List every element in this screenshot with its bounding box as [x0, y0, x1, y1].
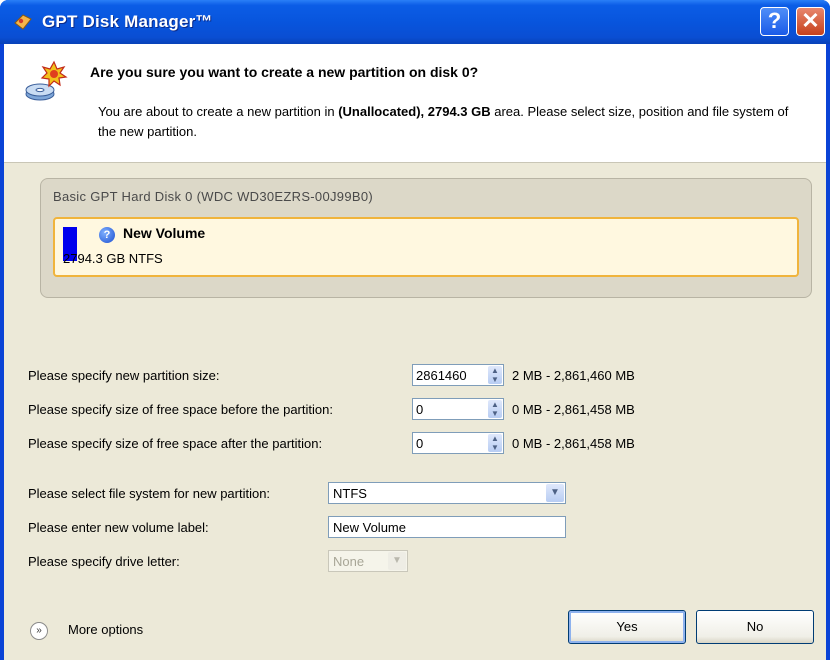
confirm-description: You are about to create a new partition … — [98, 102, 798, 142]
no-button[interactable]: No — [696, 610, 814, 644]
space-after-spinner[interactable]: 0 ▲ ▼ — [412, 432, 504, 454]
file-system-select[interactable]: NTFS ▼ — [328, 482, 566, 504]
dialog-body: Are you sure you want to create a new pa… — [4, 44, 826, 660]
drive-letter-label: Please specify drive letter: — [28, 554, 180, 569]
question-icon: ? — [99, 227, 115, 243]
window-title: GPT Disk Manager™ — [42, 12, 213, 31]
space-before-range: 0 MB - 2,861,458 MB — [512, 402, 635, 417]
drive-letter-select: None ▼ — [328, 550, 408, 572]
disk-map-panel: Basic GPT Hard Disk 0 (WDC WD30EZRS-00J9… — [40, 178, 812, 298]
dialog-window: GPT Disk Manager™ ? ✕ Are you sure you w… — [0, 0, 830, 660]
dialog-header: Are you sure you want to create a new pa… — [4, 44, 826, 163]
spinner-arrows-icon[interactable]: ▲ ▼ — [488, 434, 502, 452]
chevron-down-icon[interactable]: ▼ — [546, 484, 564, 502]
file-system-value: NTFS — [333, 486, 367, 501]
partition-size-label: Please specify new partition size: — [28, 368, 220, 383]
spinner-arrows-icon[interactable]: ▲ ▼ — [488, 366, 502, 384]
double-chevron-down-icon[interactable]: » — [30, 622, 48, 640]
close-button[interactable]: ✕ — [796, 7, 825, 36]
yes-button[interactable]: Yes — [568, 610, 686, 644]
partition-size-spinner[interactable]: 2861460 ▲ ▼ — [412, 364, 504, 386]
space-after-value: 0 — [416, 436, 424, 451]
help-button[interactable]: ? — [760, 7, 789, 36]
new-volume-block[interactable]: ? New Volume 2794.3 GB NTFS — [53, 217, 799, 277]
volume-label-label: Please enter new volume label: — [28, 520, 209, 535]
volume-size: 2794.3 GB NTFS — [63, 251, 163, 266]
confirm-question: Are you sure you want to create a new pa… — [90, 64, 479, 80]
description-text: You are about to create a new partition … — [98, 104, 339, 119]
file-system-label: Please select file system for new partit… — [28, 486, 271, 501]
partition-size-value: 2861460 — [416, 368, 467, 383]
more-options-link[interactable]: More options — [68, 622, 143, 637]
volume-label-input[interactable] — [328, 516, 566, 538]
volume-name: New Volume — [123, 225, 206, 241]
title-bar[interactable]: GPT Disk Manager™ ? ✕ — [0, 0, 830, 44]
space-before-value: 0 — [416, 402, 424, 417]
disk-title: Basic GPT Hard Disk 0 (WDC WD30EZRS-00J9… — [53, 189, 373, 204]
space-before-label: Please specify size of free space before… — [28, 402, 333, 417]
disk-warning-icon — [25, 60, 68, 101]
app-icon — [14, 14, 32, 30]
drive-letter-value: None — [333, 554, 365, 569]
space-after-label: Please specify size of free space after … — [28, 436, 323, 451]
space-before-spinner[interactable]: 0 ▲ ▼ — [412, 398, 504, 420]
space-after-range: 0 MB - 2,861,458 MB — [512, 436, 635, 451]
unallocated-area: (Unallocated), 2794.3 GB — [338, 104, 491, 119]
chevron-down-icon: ▼ — [388, 552, 406, 570]
spinner-arrows-icon[interactable]: ▲ ▼ — [488, 400, 502, 418]
partition-size-range: 2 MB - 2,861,460 MB — [512, 368, 635, 383]
